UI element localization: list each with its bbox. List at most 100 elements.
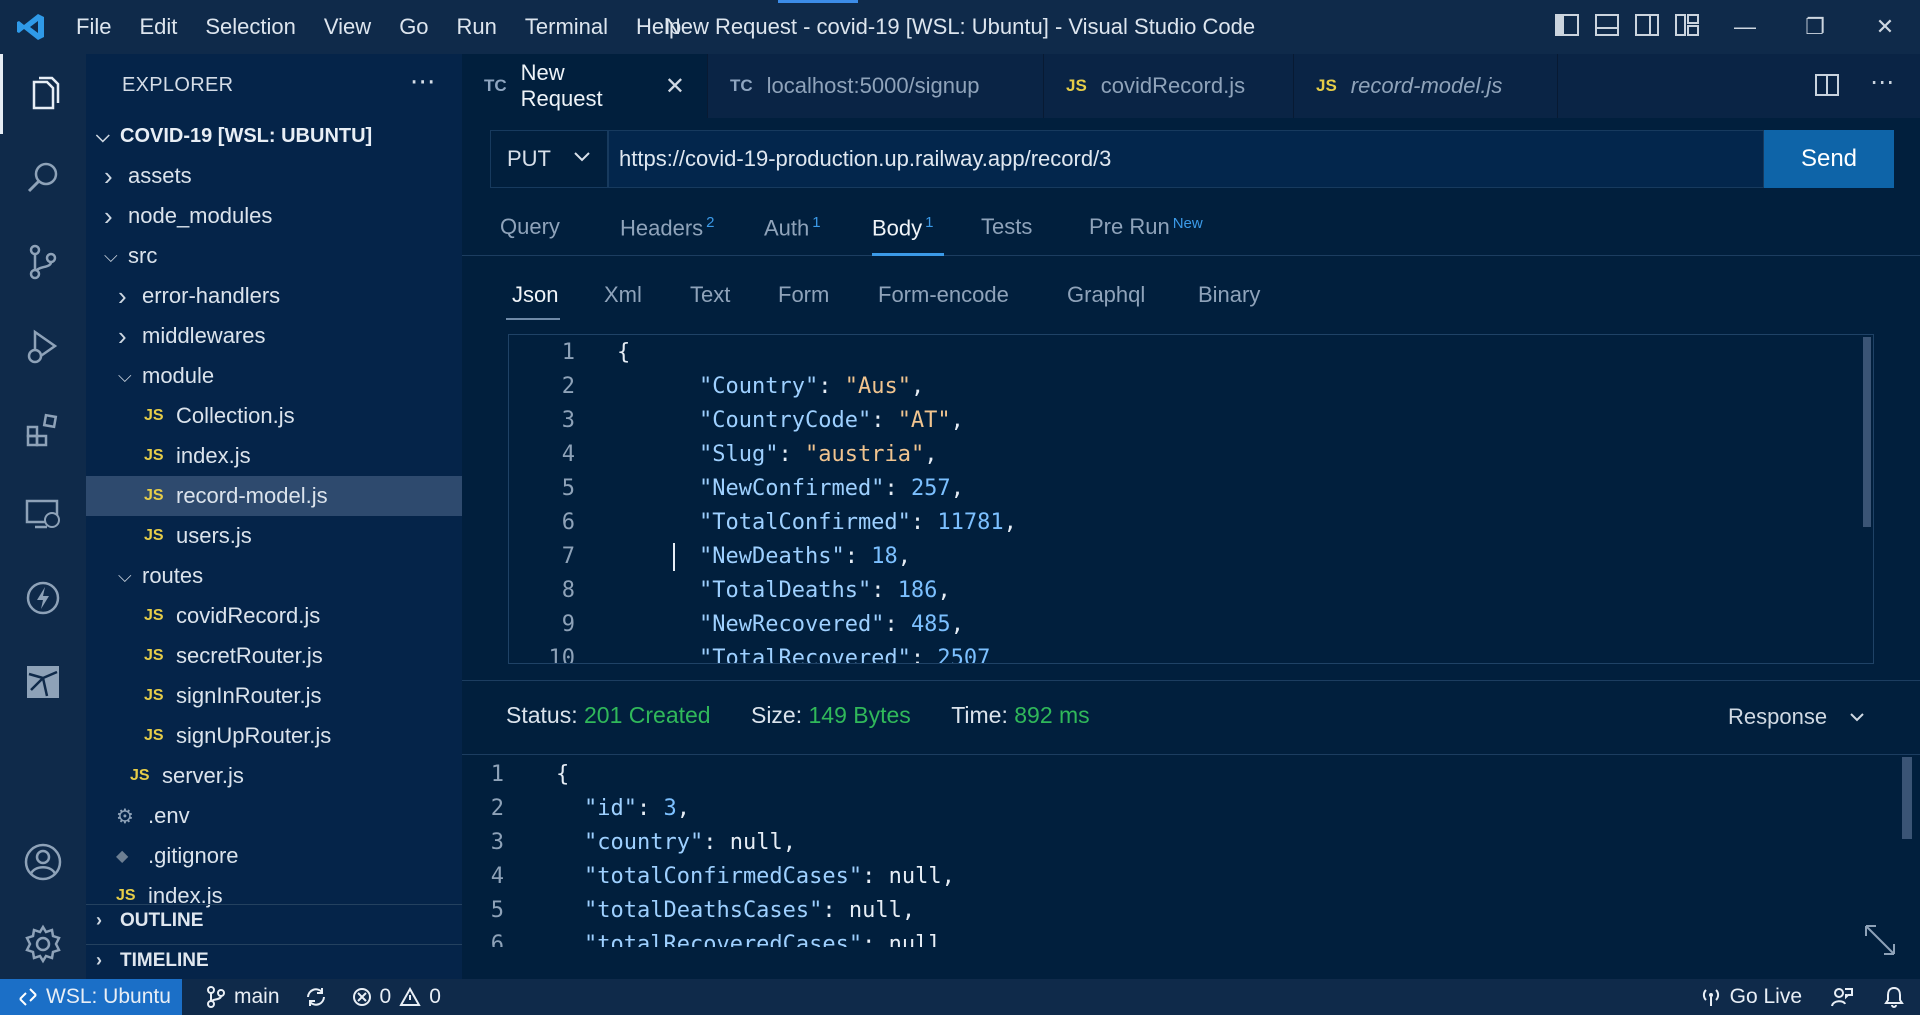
- split-editor-icon[interactable]: [1814, 72, 1840, 98]
- tree-file[interactable]: JS covidRecord.js: [86, 596, 462, 636]
- send-button[interactable]: Send: [1764, 130, 1894, 188]
- menu-edit[interactable]: Edit: [125, 0, 191, 54]
- tab-auth[interactable]: Auth 1: [764, 214, 821, 256]
- notifications-bell-icon[interactable]: [1882, 985, 1906, 1009]
- menu-view[interactable]: View: [310, 0, 385, 54]
- tab-signup[interactable]: TC localhost:5000/signup: [708, 54, 1044, 118]
- line-number: 2: [561, 373, 575, 399]
- response-view-select[interactable]: Response: [1728, 704, 1867, 730]
- remote-indicator[interactable]: WSL: Ubuntu: [0, 979, 182, 1015]
- explorer-icon[interactable]: [0, 54, 86, 134]
- go-live-button[interactable]: Go Live: [1700, 985, 1802, 1009]
- menu-help[interactable]: Help: [622, 0, 695, 54]
- tree-file[interactable]: JS secretRouter.js: [86, 636, 462, 676]
- line-number: 5: [490, 897, 504, 923]
- menu-run[interactable]: Run: [443, 0, 511, 54]
- code-line: 10 "TotalRecovered": 2507: [509, 641, 1869, 664]
- accounts-icon[interactable]: [0, 822, 86, 902]
- body-type-binary[interactable]: Binary: [1198, 282, 1260, 308]
- tree-folder[interactable]: › middlewares: [86, 316, 462, 356]
- source-control-icon[interactable]: [0, 222, 86, 302]
- tab-record-model[interactable]: JS record-model.js: [1294, 54, 1558, 118]
- code-line: 6 "totalRecoveredCases": null: [462, 927, 1902, 948]
- body-type-text[interactable]: Text: [690, 282, 730, 308]
- tree-file[interactable]: ⚙ .env: [86, 796, 462, 836]
- body-type-graphql[interactable]: Graphql: [1067, 282, 1145, 308]
- remote-tunnel-icon[interactable]: [0, 642, 86, 722]
- sync-button[interactable]: [304, 986, 328, 1008]
- menu-terminal[interactable]: Terminal: [511, 0, 622, 54]
- restore-icon[interactable]: ❐: [1780, 0, 1850, 54]
- git-branch[interactable]: main: [206, 985, 280, 1009]
- problems-indicator[interactable]: 0 0: [352, 985, 441, 1009]
- more-actions-icon[interactable]: ⋯: [1870, 71, 1894, 98]
- tree-file[interactable]: JS index.js: [86, 436, 462, 476]
- file-tree: › assets › node_modules ⌵ src › error-handlers ›…: [86, 156, 462, 916]
- panel-divider[interactable]: [462, 680, 1920, 681]
- timeline-section[interactable]: › TIMELINE: [86, 944, 462, 976]
- body-type-json[interactable]: Json: [512, 282, 558, 308]
- tree-file[interactable]: JS signInRouter.js: [86, 676, 462, 716]
- tree-folder[interactable]: ⌵ routes: [86, 556, 462, 596]
- feedback-icon[interactable]: [1830, 985, 1854, 1009]
- http-method-select[interactable]: PUT: [490, 130, 608, 188]
- response-scrollbar[interactable]: [1902, 757, 1912, 839]
- toggle-primary-sidebar-icon[interactable]: [1554, 12, 1580, 38]
- tree-file[interactable]: JS users.js: [86, 516, 462, 556]
- git-branch-icon: [207, 986, 225, 1008]
- tree-folder[interactable]: ⌵ module: [86, 356, 462, 396]
- tab-body[interactable]: Body 1: [872, 214, 944, 256]
- tab-label: covidRecord.js: [1100, 73, 1246, 98]
- minimize-icon[interactable]: —: [1710, 0, 1780, 54]
- line-number: 1: [561, 339, 575, 365]
- body-type-form[interactable]: Form: [778, 282, 829, 308]
- response-body-viewer[interactable]: 1{2 "id": 3, 3 "country": null, 4 "totalConfi…: [462, 757, 1912, 947]
- close-icon[interactable]: ✕: [665, 72, 685, 101]
- code-line: 3 "country": null,: [462, 825, 1902, 859]
- tab-pre-run[interactable]: Pre Run New: [1089, 214, 1203, 256]
- tree-folder[interactable]: ⌵ src: [86, 236, 462, 276]
- tree-folder[interactable]: › error-handlers: [86, 276, 462, 316]
- code-token: "Slug": [699, 441, 779, 467]
- tree-file[interactable]: JS signUpRouter.js: [86, 716, 462, 756]
- manage-gear-icon[interactable]: [0, 904, 86, 984]
- menu-selection[interactable]: Selection: [191, 0, 310, 54]
- url-input[interactable]: https://covid-19-production.up.railway.a…: [608, 130, 1764, 188]
- workspace-root[interactable]: ⌵ COVID-19 [WSL: UBUNTU]: [86, 116, 462, 156]
- tab-covidrecord[interactable]: JS covidRecord.js: [1044, 54, 1294, 118]
- toggle-secondary-sidebar-icon[interactable]: [1634, 12, 1660, 38]
- body-type-xml[interactable]: Xml: [604, 282, 642, 308]
- tree-file[interactable]: JS Collection.js: [86, 396, 462, 436]
- tree-file[interactable]: ◆ .gitignore: [86, 836, 462, 876]
- remote-explorer-icon[interactable]: [0, 474, 86, 554]
- line-number: 8: [561, 577, 575, 603]
- tab-headers[interactable]: Headers 2: [620, 214, 715, 256]
- menu-go[interactable]: Go: [385, 0, 442, 54]
- body-type-form-encode[interactable]: Form-encode: [878, 282, 1009, 308]
- more-actions-icon[interactable]: ⋯: [410, 66, 436, 97]
- code-line: 5 "NewConfirmed": 257,: [509, 471, 1869, 505]
- tab-query[interactable]: Query: [500, 214, 560, 256]
- tree-file[interactable]: JS server.js: [86, 756, 462, 796]
- code-token: : null,: [822, 897, 916, 923]
- code-line: 9 "NewRecovered": 485,: [509, 607, 1869, 641]
- menu-file[interactable]: File: [62, 0, 125, 54]
- expand-icon[interactable]: [1862, 922, 1898, 963]
- tree-folder[interactable]: › node_modules: [86, 196, 462, 236]
- outline-section[interactable]: › OUTLINE: [86, 904, 462, 936]
- customize-layout-icon[interactable]: [1674, 12, 1700, 38]
- thunder-client-icon[interactable]: [0, 558, 86, 638]
- line-number: 3: [561, 407, 575, 433]
- request-body-editor[interactable]: 1{2 "Country": "Aus", 3 "CountryCode": "AT"…: [508, 334, 1874, 664]
- tree-item-label: signInRouter.js: [176, 683, 322, 708]
- search-icon[interactable]: [0, 138, 86, 218]
- code-token: ,: [897, 543, 911, 569]
- toggle-panel-icon[interactable]: [1594, 12, 1620, 38]
- run-debug-icon[interactable]: [0, 306, 86, 386]
- close-window-icon[interactable]: ✕: [1850, 0, 1920, 54]
- tab-tests[interactable]: Tests: [981, 214, 1032, 256]
- tree-file[interactable]: JS record-model.js: [86, 476, 462, 516]
- extensions-icon[interactable]: [0, 390, 86, 470]
- tree-folder[interactable]: › assets: [86, 156, 462, 196]
- tab-new-request[interactable]: TC New Request ✕: [462, 54, 708, 118]
